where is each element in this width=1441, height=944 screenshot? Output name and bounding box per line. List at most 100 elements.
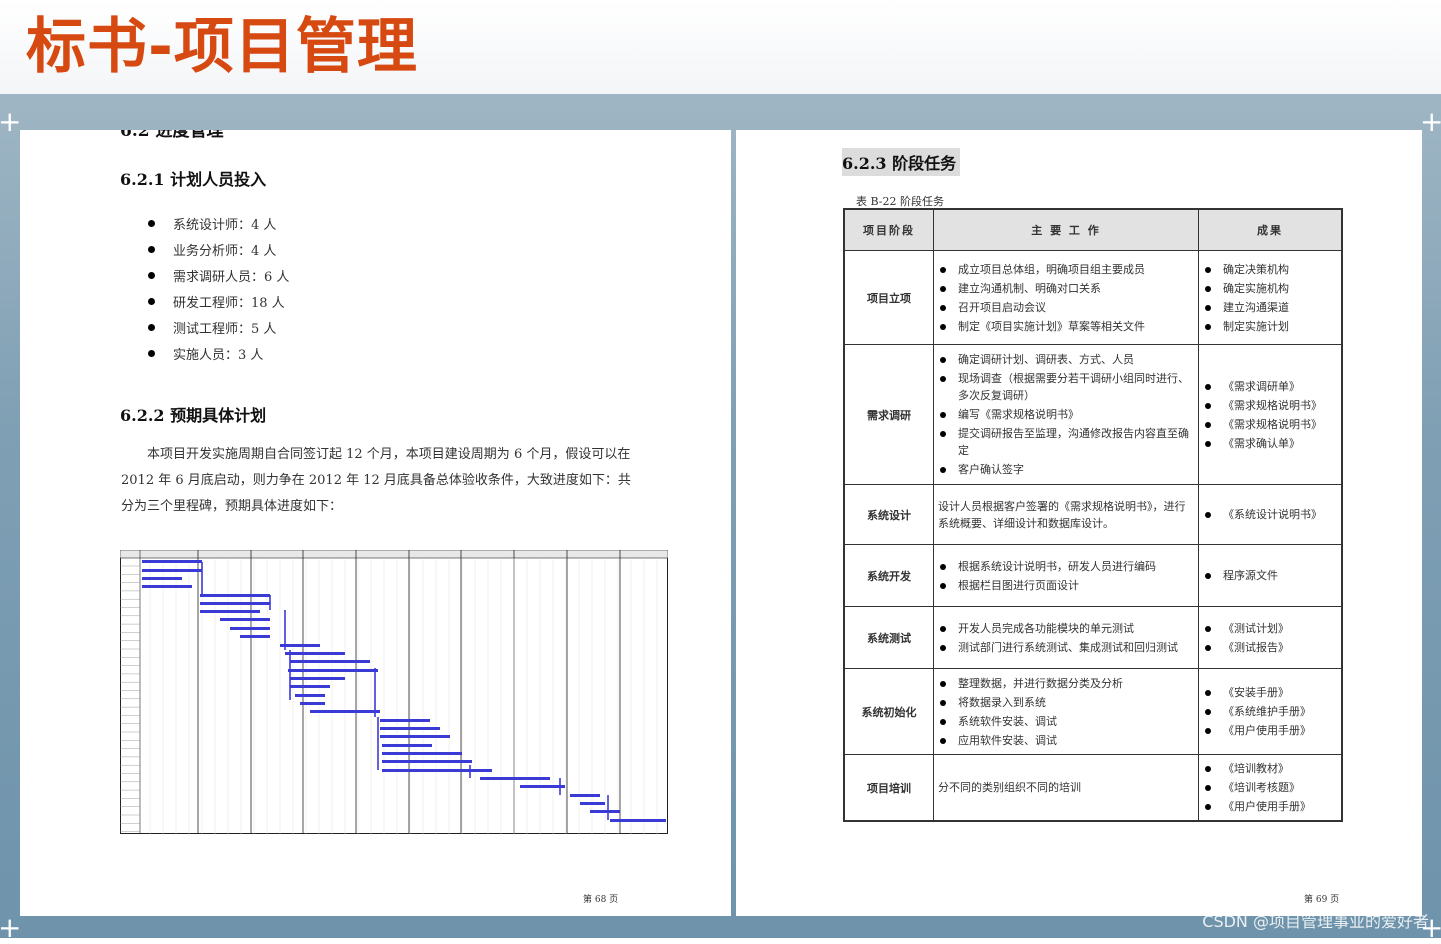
crop-mark-top-right: + [1420, 105, 1441, 138]
list-item-text: 测试部门进行系统测试、集成测试和回归测试 [958, 640, 1178, 654]
phase-cell: 系统开发 [843, 544, 934, 607]
staffing-item-text: 系统设计师：4 人 [173, 217, 277, 233]
staffing-item: 研发工程师：18 人 [148, 288, 289, 314]
list-item-text: 应用软件安装、调试 [958, 733, 1057, 747]
list-item-text: 整理数据，并进行数据分类及分析 [958, 676, 1123, 690]
staffing-item: 需求调研人员：6 人 [148, 262, 289, 288]
table-caption: 表 B-22 阶段任务 [856, 195, 944, 208]
list-item: 召开项目启动会议 [938, 299, 1194, 316]
bullet-icon [1205, 766, 1211, 772]
bullet-icon [940, 718, 946, 725]
section-heading-tasks: 6.2.3 阶段任务 [842, 148, 961, 176]
bullet-icon [940, 376, 946, 382]
list-item-text: 《需求确认单》 [1223, 436, 1300, 450]
list-item-text: 根据系统设计说明书，研发人员进行编码 [958, 559, 1156, 573]
list-item-text: 根据栏目图进行页面设计 [958, 578, 1079, 592]
list-item-text: 成立项目总体组，明确项目组主要成员 [958, 262, 1145, 276]
bullet-icon [1205, 804, 1211, 810]
bullet-icon [940, 563, 946, 570]
list-item-text: 客户确认签字 [958, 463, 1024, 476]
list-item-text: 编写《需求规格说明书》 [958, 408, 1079, 421]
results-cell: 《系统设计说明书》 [1198, 484, 1343, 545]
work-cell: 整理数据，并进行数据分类及分析 将数据录入到系统 系统软件安装、调试 应用软件安装、调… [933, 668, 1199, 755]
gantt-task-bar [380, 719, 430, 722]
list-item: 制定实施计划 [1203, 318, 1337, 335]
slide-title: 标书-项目管理 [26, 12, 418, 82]
list-item: 成立项目总体组，明确项目组主要成员 [938, 261, 1194, 278]
bullet-icon [940, 680, 946, 687]
staffing-item-text: 研发工程师：18 人 [173, 295, 285, 311]
bullet-icon [940, 431, 946, 437]
list-item: 《培训教材》 [1203, 760, 1337, 777]
gantt-task-bar [295, 694, 325, 697]
phase-cell: 项目培训 [843, 754, 934, 822]
bullet-icon [148, 219, 155, 227]
list-item: 编写《需求规格说明书》 [938, 406, 1194, 423]
staffing-item: 测试工程师：5 人 [148, 314, 289, 340]
header-work: 主 要 工 作 [933, 208, 1199, 251]
bullet-icon [940, 285, 946, 292]
gantt-task-bar [300, 702, 325, 705]
phase-cell: 系统设计 [843, 484, 934, 545]
list-item: 根据栏目图进行页面设计 [938, 577, 1194, 594]
list-item: 确定决策机构 [1203, 261, 1337, 278]
list-item: 《系统设计说明书》 [1203, 506, 1337, 523]
list-item-text: 《系统维护手册》 [1223, 705, 1311, 718]
list-item: 应用软件安装、调试 [938, 732, 1194, 749]
bullet-icon [940, 699, 946, 706]
list-item-text: 制定《项目实施计划》草案等相关文件 [958, 319, 1145, 333]
bullet-icon [1205, 690, 1211, 696]
gantt-task-bar [280, 644, 320, 647]
list-item-text: 开发人员完成各功能模块的单元测试 [958, 621, 1134, 635]
results-cell: 《需求调研单》 《需求规格说明书》 《需求规格说明书》 《需求确认单》 [1198, 344, 1343, 485]
cut-section-heading: 6.2 进度管理 [120, 130, 224, 141]
bullet-icon [940, 323, 946, 330]
table-row: 系统测试 开发人员完成各功能模块的单元测试 测试部门进行系统测试、集成测试和回归测试… [843, 606, 1343, 669]
bullet-icon [1205, 323, 1211, 330]
header-phase: 项目阶段 [843, 208, 934, 251]
staffing-item-text: 业务分析师：4 人 [173, 243, 277, 259]
list-item: 《需求确认单》 [1203, 435, 1337, 452]
list-item: 建立沟通渠道 [1203, 299, 1337, 316]
gantt-task-bar [200, 610, 260, 613]
bullet-icon [1205, 440, 1211, 447]
table-row: 系统初始化 整理数据，并进行数据分类及分析 将数据录入到系统 系统软件安装、调试 应用软… [843, 668, 1343, 755]
list-item-text: 《培训考核题》 [1223, 781, 1300, 794]
gantt-task-bar [142, 577, 182, 580]
bullet-icon [940, 266, 946, 273]
bullet-icon [1205, 383, 1211, 390]
bullet-icon [1205, 625, 1211, 632]
bullet-icon [1205, 512, 1211, 518]
gantt-task-bar [310, 710, 380, 713]
gantt-task-bar [230, 627, 270, 630]
table-row: 项目立项 成立项目总体组，明确项目组主要成员 建立沟通机制、明确对口关系 召开项目启动… [843, 250, 1343, 345]
schedule-paragraph: 本项目开发实施周期自合同签订起 12 个月，本项目建设周期为 6 个月，假设可以… [121, 447, 631, 514]
bullet-icon [1205, 266, 1211, 273]
list-item: 确定调研计划、调研表、方式、人员 [938, 351, 1194, 368]
work-cell: 开发人员完成各功能模块的单元测试测试部门进行系统测试、集成测试和回归测试 [933, 606, 1199, 669]
list-item: 《培训考核题》 [1203, 779, 1337, 796]
list-item: 系统软件安装、调试 [938, 713, 1194, 730]
table-header-row: 项目阶段 主 要 工 作 成果 [843, 208, 1343, 251]
list-item-text: 《需求规格说明书》 [1223, 398, 1322, 412]
watermark: CSDN @项目管理事业的爱好者 [1202, 912, 1429, 931]
staffing-item: 实施人员：3 人 [148, 340, 289, 366]
gantt-task-bar [290, 677, 345, 680]
list-item: 客户确认签字 [938, 461, 1194, 478]
list-item: 建立沟通机制、明确对口关系 [938, 280, 1194, 297]
gantt-task-bar [240, 635, 270, 638]
list-item: 提交调研报告至监理，沟通修改报告内容直至确定 [938, 425, 1194, 459]
list-item-text: 《用户使用手册》 [1223, 800, 1311, 813]
gantt-task-bar [220, 618, 270, 621]
bullet-icon [940, 644, 946, 651]
table-row: 需求调研 确定调研计划、调研表、方式、人员 现场调查（根据需要分若干调研小组同时进行… [843, 344, 1343, 485]
gantt-chart [120, 550, 668, 834]
gantt-task-bar [382, 760, 472, 763]
list-item: 测试部门进行系统测试、集成测试和回归测试 [938, 639, 1194, 656]
list-item-text: 确定实施机构 [1223, 281, 1289, 295]
bullet-icon [1205, 402, 1211, 409]
results-cell: 《培训教材》《培训考核题》 《用户使用手册》 [1198, 754, 1343, 822]
gantt-task-bar [610, 819, 666, 822]
section-heading-staffing: 6.2.1 计划人员投入 [120, 170, 267, 189]
gantt-task-bar [142, 569, 202, 572]
